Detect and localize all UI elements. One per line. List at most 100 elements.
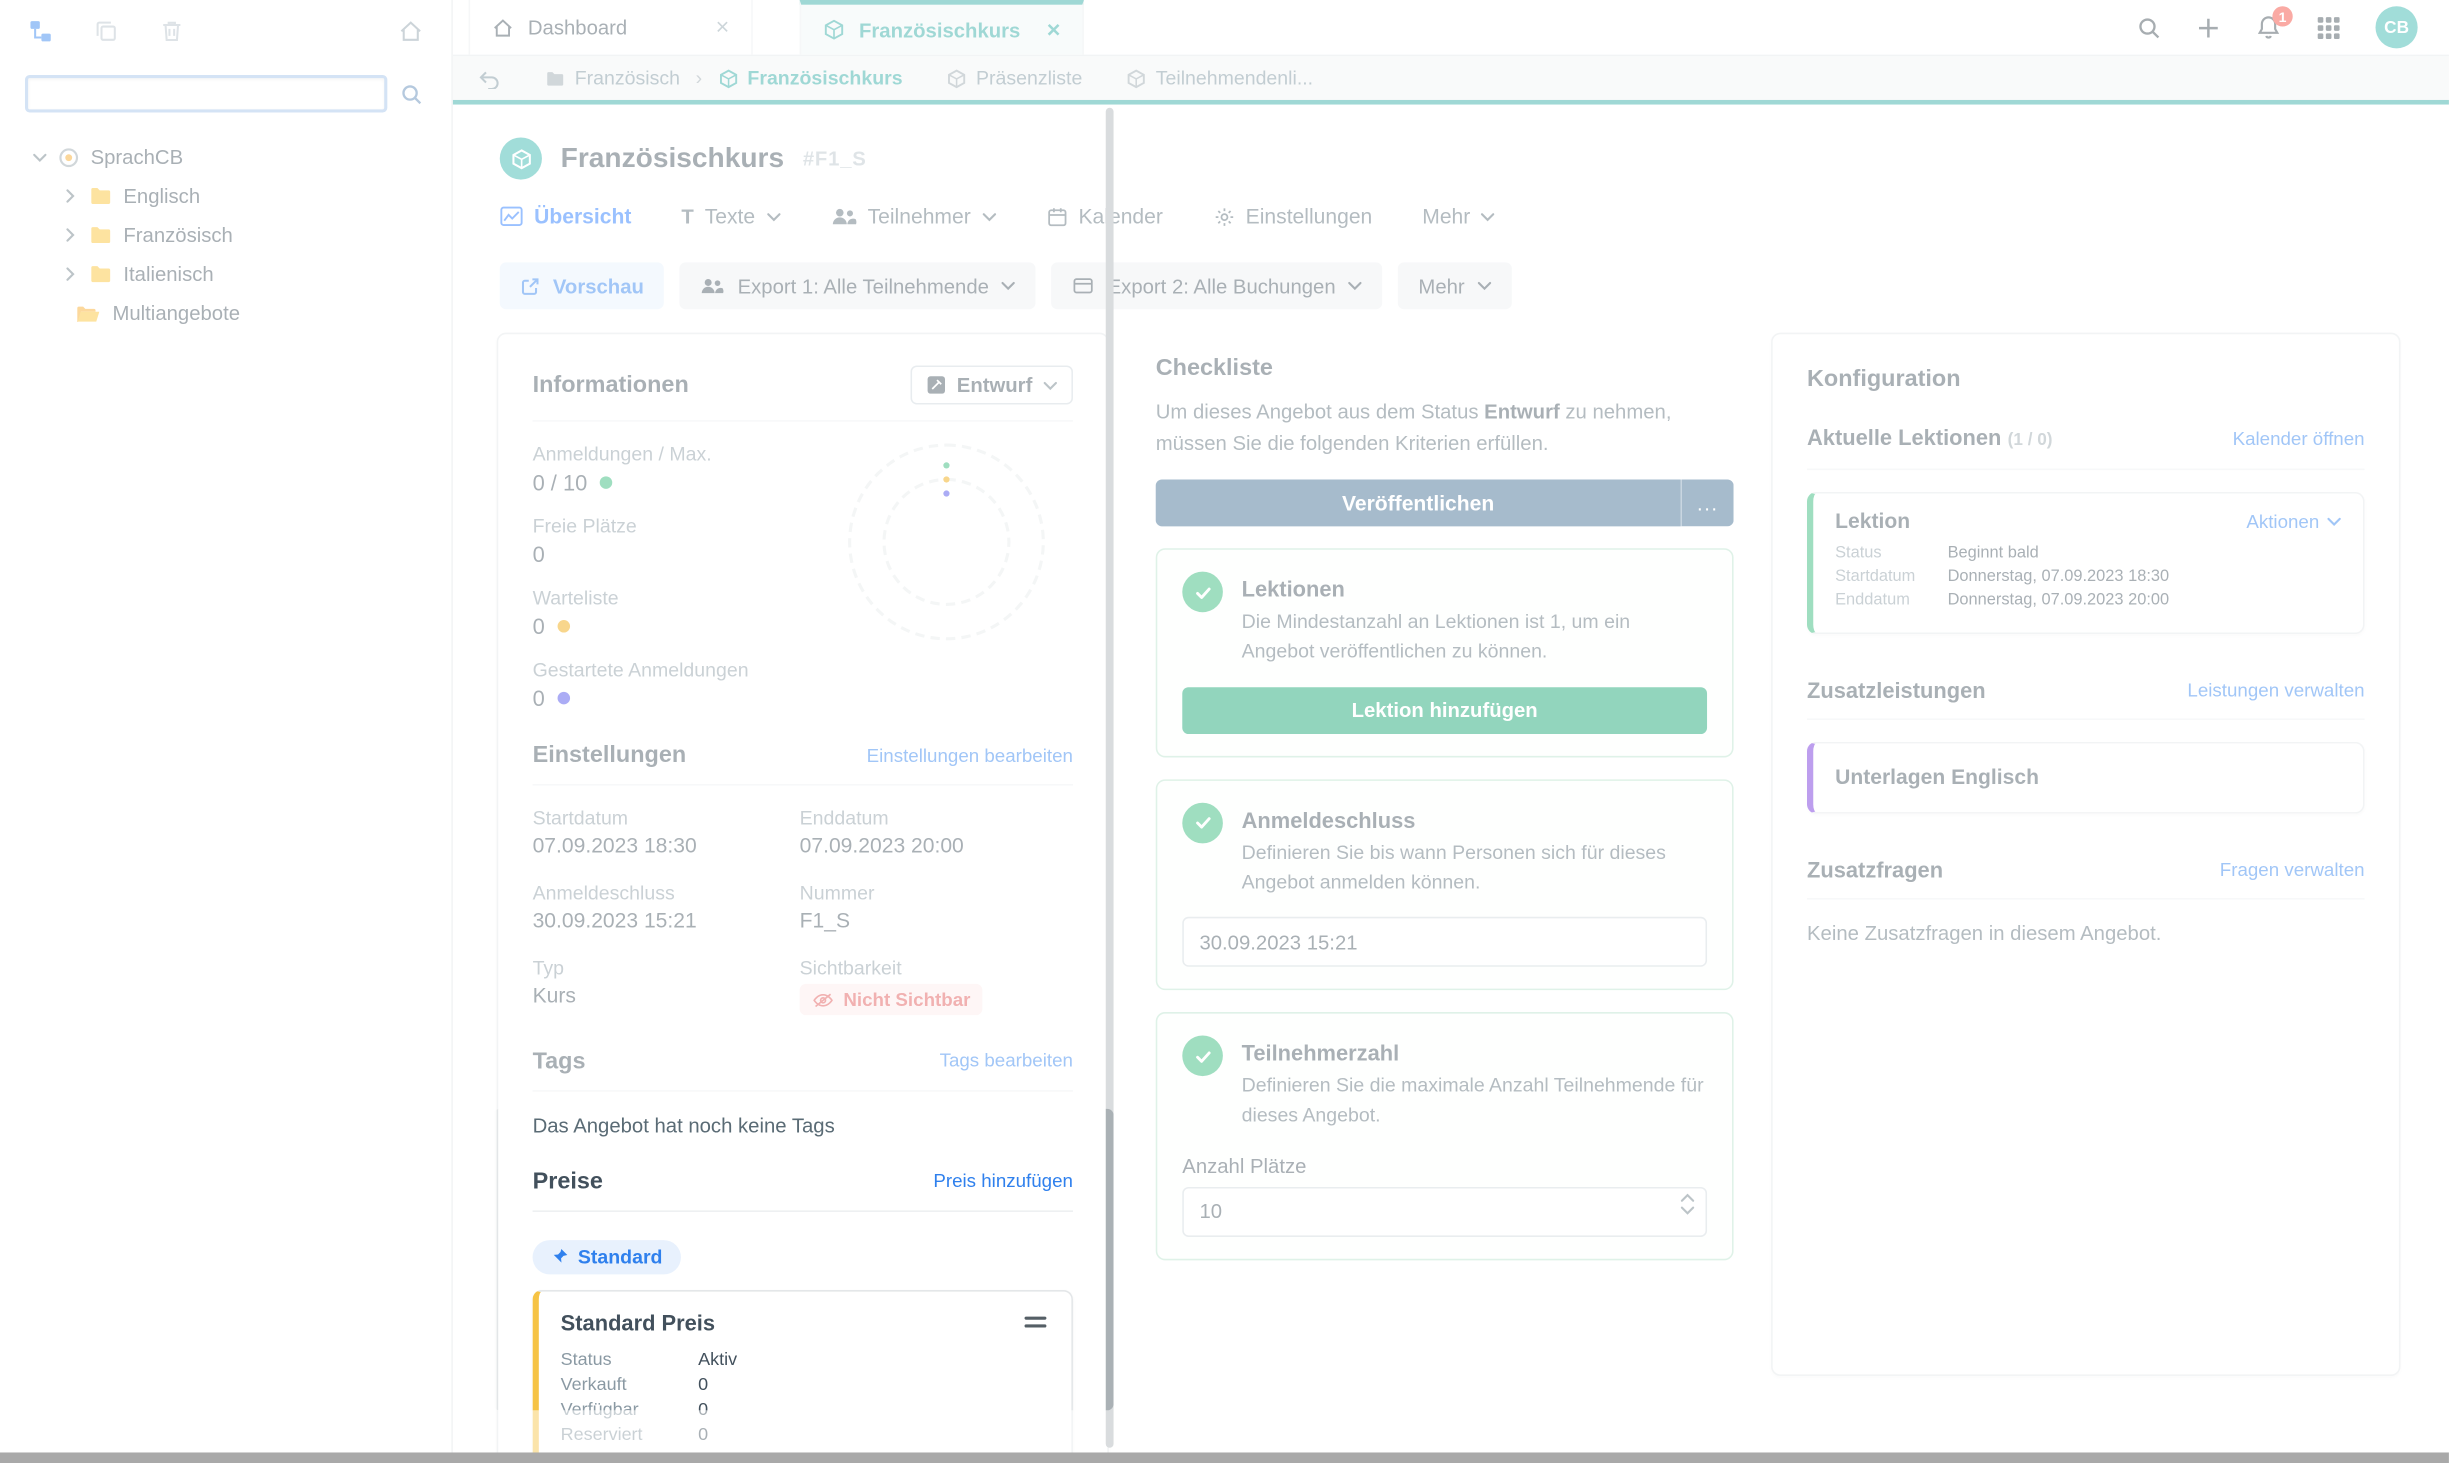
zusatzfragen-section: Zusatzfragen Fragen verwalten Keine Zusa…: [1807, 857, 2365, 945]
tree-item-multiangebote[interactable]: Multiangebote: [0, 294, 451, 333]
undo-icon[interactable]: [478, 68, 501, 89]
course-nav-tabs: Übersicht T Texte Teilnehmer Kalender Ei…: [500, 205, 2449, 228]
apps-grid-icon[interactable]: [2316, 15, 2341, 40]
breadcrumb-label: Französischkurs: [747, 67, 903, 90]
row-label: Verfügbar: [560, 1400, 639, 1419]
mehr-button[interactable]: Mehr: [1398, 262, 1512, 310]
notifications-bell-icon[interactable]: 1: [2255, 6, 2293, 41]
button-label: Mehr: [1418, 274, 1465, 298]
tab-uebersicht[interactable]: Übersicht: [500, 205, 631, 228]
sidebar-search-input[interactable]: [24, 74, 388, 113]
field-anmeldeschluss: Anmeldeschluss 30.09.2023 15:21: [533, 882, 800, 932]
page-content: Französischkurs #F1_S Übersicht T Texte: [452, 104, 2449, 1453]
page-header: Französischkurs #F1_S: [499, 137, 2449, 180]
leistungen-verwalten-link[interactable]: Leistungen verwalten: [2187, 679, 2364, 701]
row-value: 0: [698, 1425, 709, 1444]
divider: [1807, 468, 2365, 471]
export2-button[interactable]: Export 2: Alle Buchungen: [1051, 262, 1383, 310]
breadcrumb-item-franzoesischkurs[interactable]: Französischkurs: [718, 67, 903, 89]
notification-badge: 1: [2272, 6, 2293, 27]
standard-preis-card: Standard Preis Status Aktiv Verkauft 0 V…: [532, 1289, 1073, 1453]
gear-icon: [1213, 205, 1235, 227]
chevron-down-icon: [1481, 212, 1495, 221]
avatar[interactable]: CB: [2375, 6, 2418, 49]
chevron-right-icon[interactable]: [62, 189, 78, 203]
zusatzfragen-empty-text: Keine Zusatzfragen in diesem Angebot.: [1807, 921, 2162, 945]
anzahl-plaetze-input[interactable]: [1182, 1186, 1708, 1237]
check-circle-icon: [1182, 802, 1223, 844]
tab-kalender[interactable]: Kalender: [1046, 205, 1163, 228]
chevron-down-icon: [1477, 281, 1491, 291]
field-typ: Typ Kurs: [533, 957, 800, 1016]
pin-icon: [551, 1248, 568, 1265]
tree-item-root[interactable]: SprachCB: [0, 137, 451, 176]
chevron-down-icon[interactable]: [31, 152, 47, 162]
divider: [532, 420, 1073, 422]
publish-more-button[interactable]: ...: [1680, 479, 1734, 527]
search-icon[interactable]: [400, 82, 423, 105]
bottom-edge: [0, 1452, 2449, 1463]
calendar-icon: [1046, 205, 1068, 227]
trash-icon[interactable]: [159, 19, 184, 44]
plus-icon[interactable]: [2196, 15, 2221, 40]
sidebar-toolbar: [0, 0, 451, 62]
tab-franzoesischkurs[interactable]: Französischkurs ×: [799, 0, 1084, 55]
content-columns: Informationen Entwurf Anmeldungen / Max.…: [453, 332, 2449, 1453]
chevron-right-icon[interactable]: [62, 228, 78, 242]
breadcrumb-item-praesenzliste[interactable]: Präsenzliste: [946, 67, 1082, 89]
breadcrumb-item-franzoesisch[interactable]: Französisch: [545, 67, 680, 89]
button-label: Vorschau: [552, 274, 644, 298]
vertical-scrollbar[interactable]: [1105, 107, 1114, 1448]
home-icon[interactable]: [398, 19, 423, 44]
row-value: Aktiv: [698, 1350, 738, 1369]
aktionen-dropdown[interactable]: Aktionen: [2246, 510, 2341, 532]
drag-handle-icon[interactable]: [1021, 1310, 1049, 1333]
standard-price-badge[interactable]: Standard: [532, 1239, 682, 1274]
field-nummer: Nummer F1_S: [800, 882, 1073, 932]
breadcrumb-item-teilnehmendenliste[interactable]: Teilnehmendenli...: [1126, 67, 1313, 89]
tree-item-englisch[interactable]: Englisch: [0, 176, 451, 215]
anmeldeschluss-input[interactable]: [1182, 917, 1708, 968]
chevron-down-icon: [2327, 516, 2341, 526]
zusatzleistung-card[interactable]: Unterlagen Englisch: [1807, 741, 2365, 814]
tab-teilnehmer[interactable]: Teilnehmer: [830, 205, 996, 228]
link-label: Aktionen: [2246, 509, 2320, 532]
badge-label: Nicht Sichtbar: [843, 988, 971, 1011]
row-label: Status: [1835, 543, 1882, 563]
tab-mehr[interactable]: Mehr: [1422, 205, 1495, 228]
tags-bearbeiten-link[interactable]: Tags bearbeiten: [940, 1050, 1073, 1072]
lektion-hinzufuegen-button[interactable]: Lektion hinzufügen: [1182, 686, 1708, 734]
tab-texte[interactable]: T Texte: [681, 205, 780, 228]
copy-icon[interactable]: [94, 19, 119, 44]
tree-item-label: Französisch: [123, 223, 233, 247]
close-icon[interactable]: ×: [1047, 18, 1061, 41]
export1-button[interactable]: Export 1: Alle Teilnehmende: [679, 262, 1036, 310]
tree-item-italienisch[interactable]: Italienisch: [0, 255, 451, 294]
field-value: Kurs: [532, 983, 576, 1008]
tab-dashboard[interactable]: Dashboard ×: [468, 0, 753, 55]
field-label: Anmeldeschluss: [532, 882, 675, 905]
close-icon[interactable]: ×: [716, 16, 730, 39]
section-count: (1 / 0): [2007, 431, 2053, 450]
price-title: Standard Preis: [560, 1309, 716, 1335]
einstellungen-bearbeiten-link[interactable]: Einstellungen bearbeiten: [867, 744, 1073, 766]
search-icon[interactable]: [2137, 15, 2162, 40]
kalender-oeffnen-link[interactable]: Kalender öffnen: [2233, 428, 2365, 450]
veroeffentlichen-button[interactable]: Veröffentlichen: [1155, 479, 1681, 527]
status-dropdown[interactable]: Entwurf: [909, 365, 1073, 405]
breadcrumb-label: Teilnehmendenli...: [1155, 67, 1314, 90]
fragen-verwalten-link[interactable]: Fragen verwalten: [2220, 859, 2365, 881]
tree-item-label: Multiangebote: [112, 301, 241, 325]
field-enddatum: Enddatum 07.09.2023 20:00: [800, 807, 1073, 857]
main-region: Dashboard × Französischkurs × 1 CB Franz…: [452, 0, 2449, 1463]
tab-einstellungen[interactable]: Einstellungen: [1213, 205, 1372, 228]
tree-item-franzoesisch[interactable]: Französisch: [0, 216, 451, 255]
row-value: Donnerstag, 07.09.2023 18:30: [1947, 566, 2170, 586]
field-label: Nummer: [799, 882, 875, 905]
number-stepper[interactable]: [1680, 1193, 1695, 1215]
preis-hinzufuegen-link[interactable]: Preis hinzufügen: [933, 1170, 1073, 1192]
chevron-right-icon[interactable]: [62, 267, 78, 281]
vorschau-button[interactable]: Vorschau: [499, 262, 665, 310]
tab-label: Texte: [704, 204, 756, 229]
tree-view-icon[interactable]: [28, 19, 53, 44]
